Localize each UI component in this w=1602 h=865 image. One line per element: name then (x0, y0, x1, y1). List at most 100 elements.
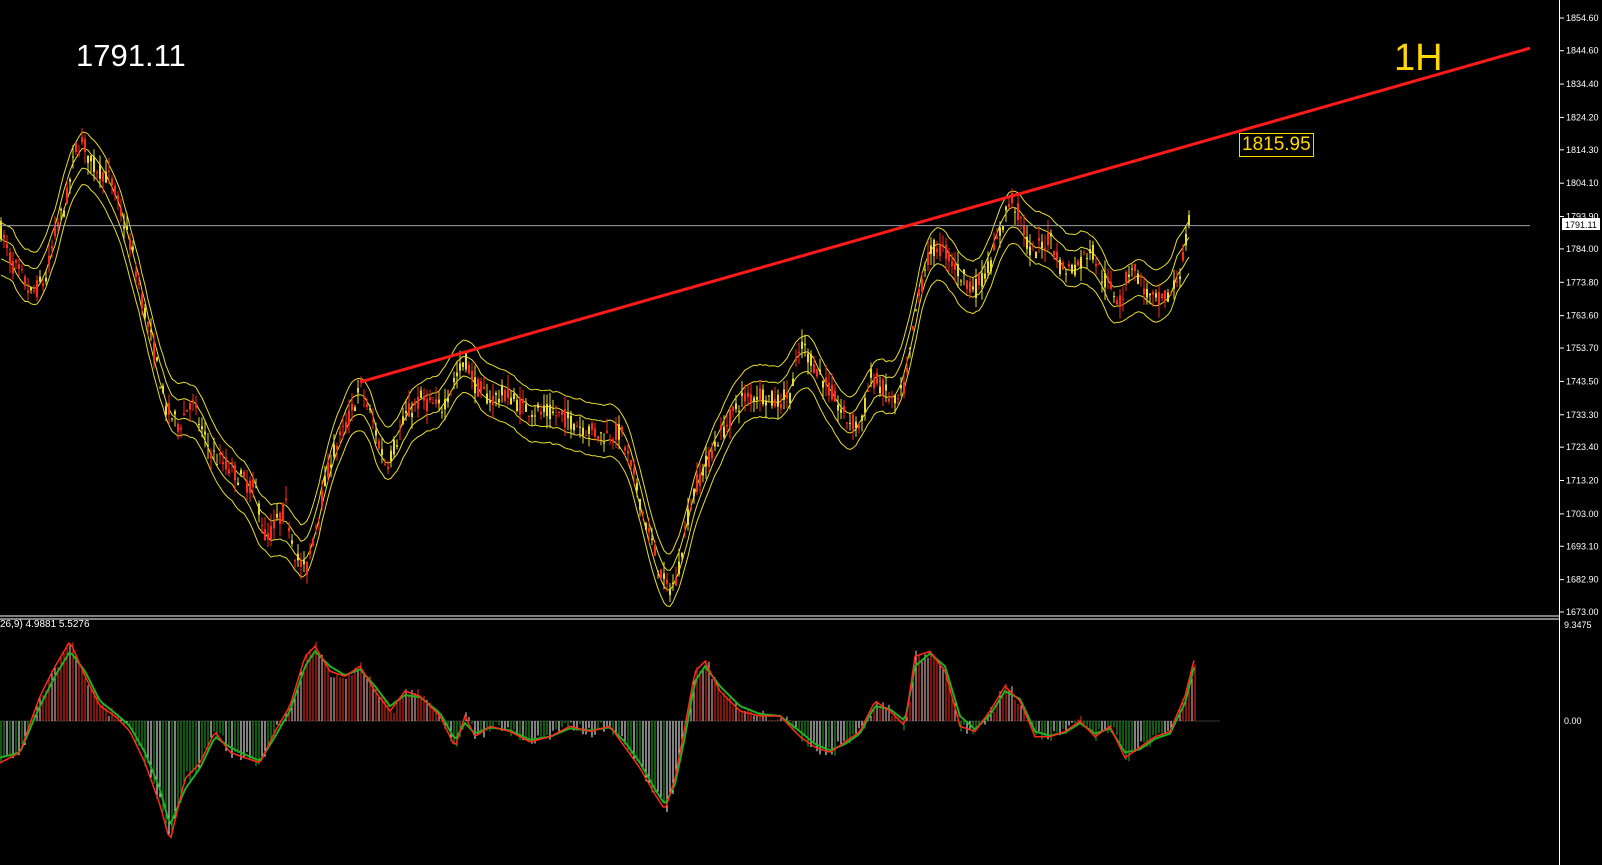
price-candle-body (1023, 224, 1025, 235)
price-candle-body (831, 384, 833, 400)
price-candle-body (444, 399, 446, 410)
current-price-tag: 1791.11 (1562, 218, 1600, 230)
price-candle-body (1143, 288, 1145, 295)
price-candle-body (771, 391, 773, 406)
price-candle-body (987, 261, 989, 274)
price-candle-body (69, 179, 71, 182)
price-candle-body (852, 414, 854, 430)
price-candle-body (777, 394, 779, 407)
price-candle-body (801, 341, 803, 349)
price-candle-body (942, 244, 944, 246)
price-candle-body (1071, 264, 1073, 273)
price-candle-body (78, 153, 80, 155)
price-candle-body (885, 384, 887, 391)
price-candle-body (621, 426, 623, 432)
price-candle-body (843, 406, 845, 413)
price-candle-body (1179, 276, 1181, 280)
price-candle-body (129, 239, 131, 250)
price-candle-body (690, 507, 692, 510)
price-candle-body (267, 533, 269, 539)
price-candle-body (606, 430, 608, 433)
price-candle-body (948, 252, 950, 262)
price-candle-body (675, 578, 677, 586)
price-candle-body (702, 468, 704, 476)
price-candle-body (72, 156, 74, 158)
price-candle-body (471, 370, 473, 380)
price-candle-body (330, 464, 332, 468)
price-candle-body (0, 221, 2, 240)
price-candle-body (384, 463, 386, 465)
price-candle-body (243, 471, 245, 477)
price-candle-body (1083, 252, 1085, 254)
price-candle-body (21, 268, 23, 270)
price-candle-body (84, 139, 86, 152)
price-candle-body (405, 411, 407, 414)
price-candle-body (672, 582, 674, 585)
price-candle-body (1173, 280, 1175, 289)
price-candle-body (774, 399, 776, 407)
price-candle-body (558, 411, 560, 414)
price-candle-body (732, 406, 734, 412)
price-axis-tick-label: 1682.90 (1566, 575, 1599, 585)
price-candle-body (498, 398, 500, 403)
price-candle-body (1119, 295, 1121, 308)
price-candle-body (321, 490, 323, 507)
price-axis-tick-label: 1693.10 (1566, 541, 1599, 551)
price-candle-body (513, 393, 515, 400)
price-candle-body (846, 422, 848, 424)
price-candle-body (456, 372, 458, 377)
price-candle-body (213, 450, 215, 452)
price-candle-body (300, 560, 302, 567)
price-candle-body (342, 425, 344, 427)
price-candle-body (738, 410, 740, 412)
price-candle-body (1020, 216, 1022, 218)
price-candle-body (162, 385, 164, 393)
price-candle-body (669, 589, 671, 595)
price-candle-body (609, 438, 611, 441)
price-candle-body (867, 390, 869, 392)
price-axis-tick-label: 1723.40 (1566, 442, 1599, 452)
price-candle-body (42, 283, 44, 286)
price-candle-body (522, 398, 524, 404)
price-candle-body (600, 432, 602, 434)
price-candle-body (282, 503, 284, 521)
price-candle-body (306, 561, 308, 575)
price-candle-body (792, 378, 794, 386)
price-candle-body (591, 423, 593, 430)
price-candle-body (501, 385, 503, 396)
price-candle-body (1128, 274, 1130, 277)
price-candle-body (249, 480, 251, 494)
price-candle-body (1095, 263, 1097, 267)
price-candle-body (717, 445, 719, 447)
price-candle-body (585, 435, 587, 437)
price-candle-body (762, 389, 764, 404)
price-candle-body (930, 245, 932, 254)
price-candle-body (1008, 203, 1010, 208)
price-candle-body (1152, 291, 1154, 295)
price-candle-body (285, 498, 287, 501)
price-candle-body (1017, 203, 1019, 221)
price-candle-body (897, 398, 899, 400)
price-candle-body (612, 439, 614, 443)
price-candle-body (474, 377, 476, 394)
price-candle-body (906, 367, 908, 373)
price-candle-body (429, 397, 431, 401)
price-candle-body (357, 388, 359, 393)
price-candle-body (981, 273, 983, 287)
price-candle-body (1167, 292, 1169, 302)
price-candle-body (252, 479, 254, 488)
price-candle-body (972, 286, 974, 290)
price-candle-body (996, 237, 998, 240)
price-candle-body (576, 426, 578, 428)
price-axis-tick-label: 1814.30 (1566, 145, 1599, 155)
price-candle-body (159, 387, 161, 389)
price-axis-ticks: 1854.60 1844.60 1834.40 1824.20 1814.30 1804.… (1559, 13, 1599, 617)
price-candle-body (720, 425, 722, 430)
price-candle-body (804, 343, 806, 346)
price-candle-body (120, 208, 122, 217)
price-candle-body (819, 369, 821, 373)
price-candle-body (453, 378, 455, 383)
price-candle-body (114, 185, 116, 196)
price-candle-body (651, 538, 653, 540)
price-candle-body (60, 208, 62, 211)
